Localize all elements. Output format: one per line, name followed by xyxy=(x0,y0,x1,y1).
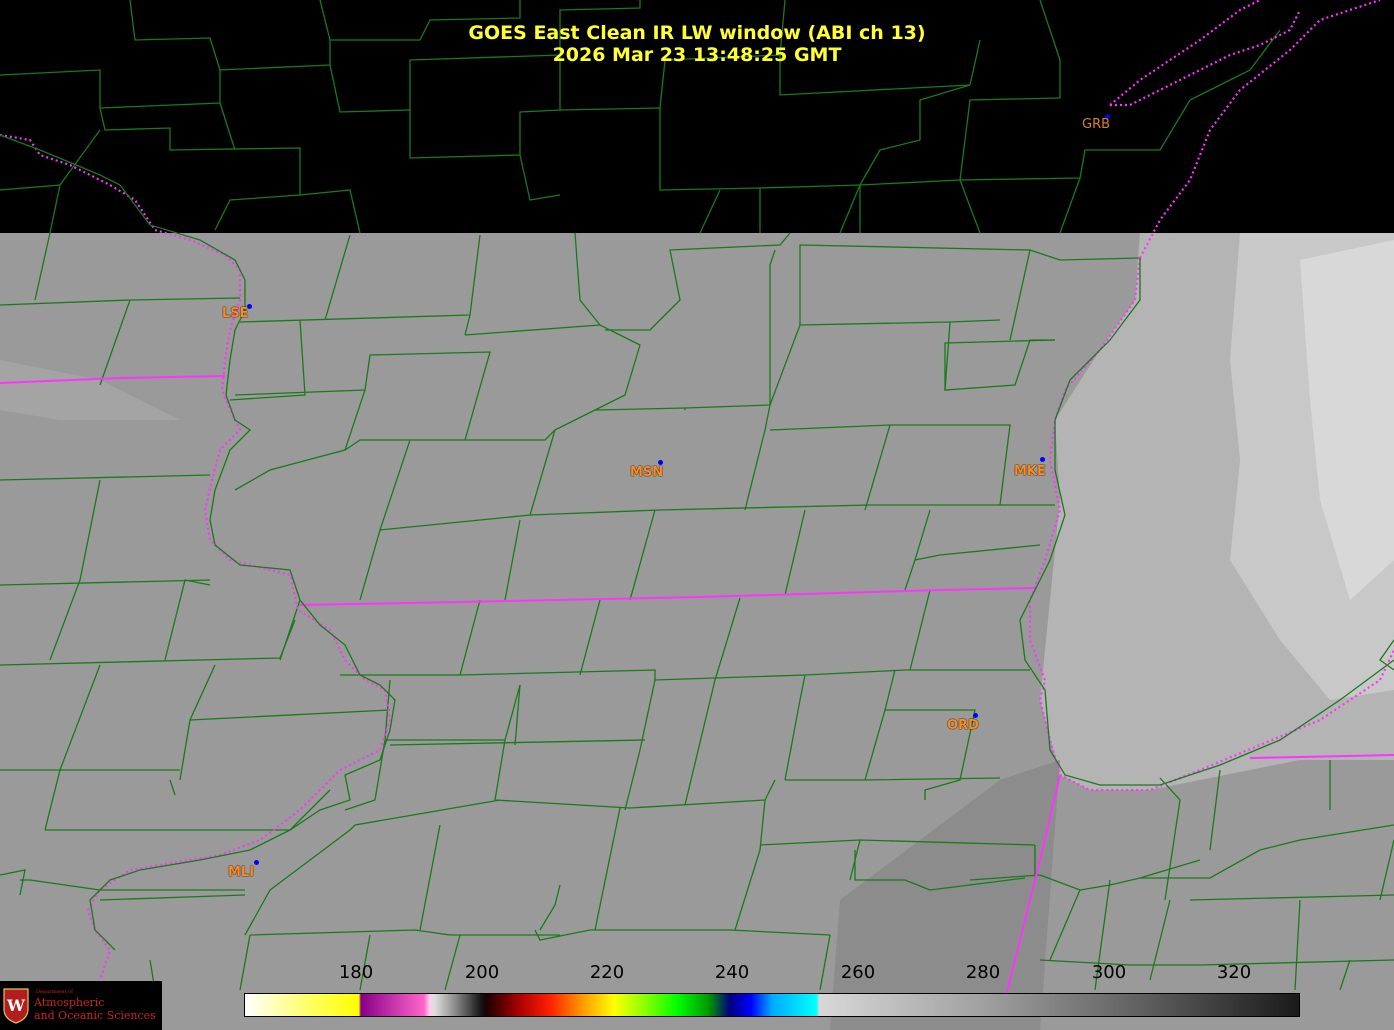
logo-line2: and Oceanic Sciences xyxy=(34,1009,156,1022)
temperature-colorbar xyxy=(244,993,1300,1017)
colorbar-tick: 260 xyxy=(840,962,876,983)
station-label-mke: MKE xyxy=(1014,464,1046,479)
image-timestamp: 2026 Mar 23 13:48:25 GMT xyxy=(552,44,842,66)
seal-letter: W xyxy=(6,996,26,1015)
colorbar-tick: 240 xyxy=(714,962,750,983)
station-dot-mli xyxy=(254,860,259,865)
colorbar-tick: 320 xyxy=(1216,962,1252,983)
station-label-lse: LSE xyxy=(222,306,249,321)
colorbar-tick: 180 xyxy=(338,962,374,983)
satellite-image-viewer: GOES East Clean IR LW window (ABI ch 13)… xyxy=(0,0,1394,1030)
station-label-grb: GRB xyxy=(1082,117,1111,132)
uw-seal-icon: W xyxy=(3,988,29,1024)
logo-dept: Department of xyxy=(36,989,73,995)
station-label-ord: ORD xyxy=(947,718,979,733)
logo-line1: Atmospheric xyxy=(34,996,105,1009)
image-title: GOES East Clean IR LW window (ABI ch 13) xyxy=(468,22,926,44)
station-dot-mke xyxy=(1040,457,1045,462)
ir-satellite-map xyxy=(0,0,1394,1030)
colorbar-tick: 200 xyxy=(464,962,500,983)
colorbar-tick: 300 xyxy=(1091,962,1127,983)
colorbar-tick: 280 xyxy=(965,962,1001,983)
station-label-msn: MSN xyxy=(630,465,664,480)
aos-logo: W Department of Atmospheric and Oceanic … xyxy=(0,981,162,1030)
colorbar-tick: 220 xyxy=(589,962,625,983)
station-label-mli: MLI xyxy=(228,865,255,880)
